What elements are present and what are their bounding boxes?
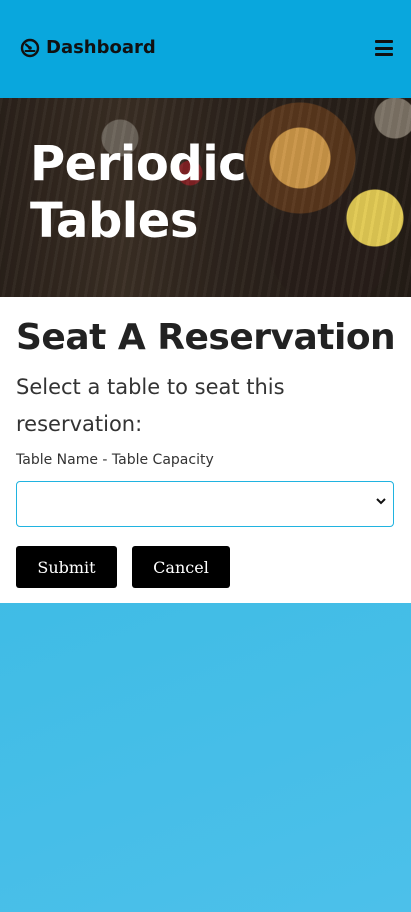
dashboard-gauge-icon xyxy=(20,38,40,57)
hero-title: Periodic Tables xyxy=(30,136,247,249)
table-select-label: Table Name - Table Capacity xyxy=(16,452,214,468)
form-instruction: Select a table to seat this reservation: xyxy=(16,375,285,436)
chevron-down-icon xyxy=(376,498,386,505)
submit-button[interactable]: Submit xyxy=(16,546,117,588)
hero-banner: Periodic Tables xyxy=(0,98,411,297)
dashboard-label: Dashboard xyxy=(46,37,156,58)
navbar: Dashboard xyxy=(0,0,411,98)
hamburger-menu-icon[interactable] xyxy=(375,40,393,56)
cancel-button[interactable]: Cancel xyxy=(132,546,230,588)
page-title: Seat A Reservation xyxy=(16,317,396,358)
dashboard-link[interactable]: Dashboard xyxy=(20,37,156,58)
table-select[interactable] xyxy=(16,481,394,527)
seat-reservation-form: Seat A Reservation Select a table to sea… xyxy=(0,297,411,603)
